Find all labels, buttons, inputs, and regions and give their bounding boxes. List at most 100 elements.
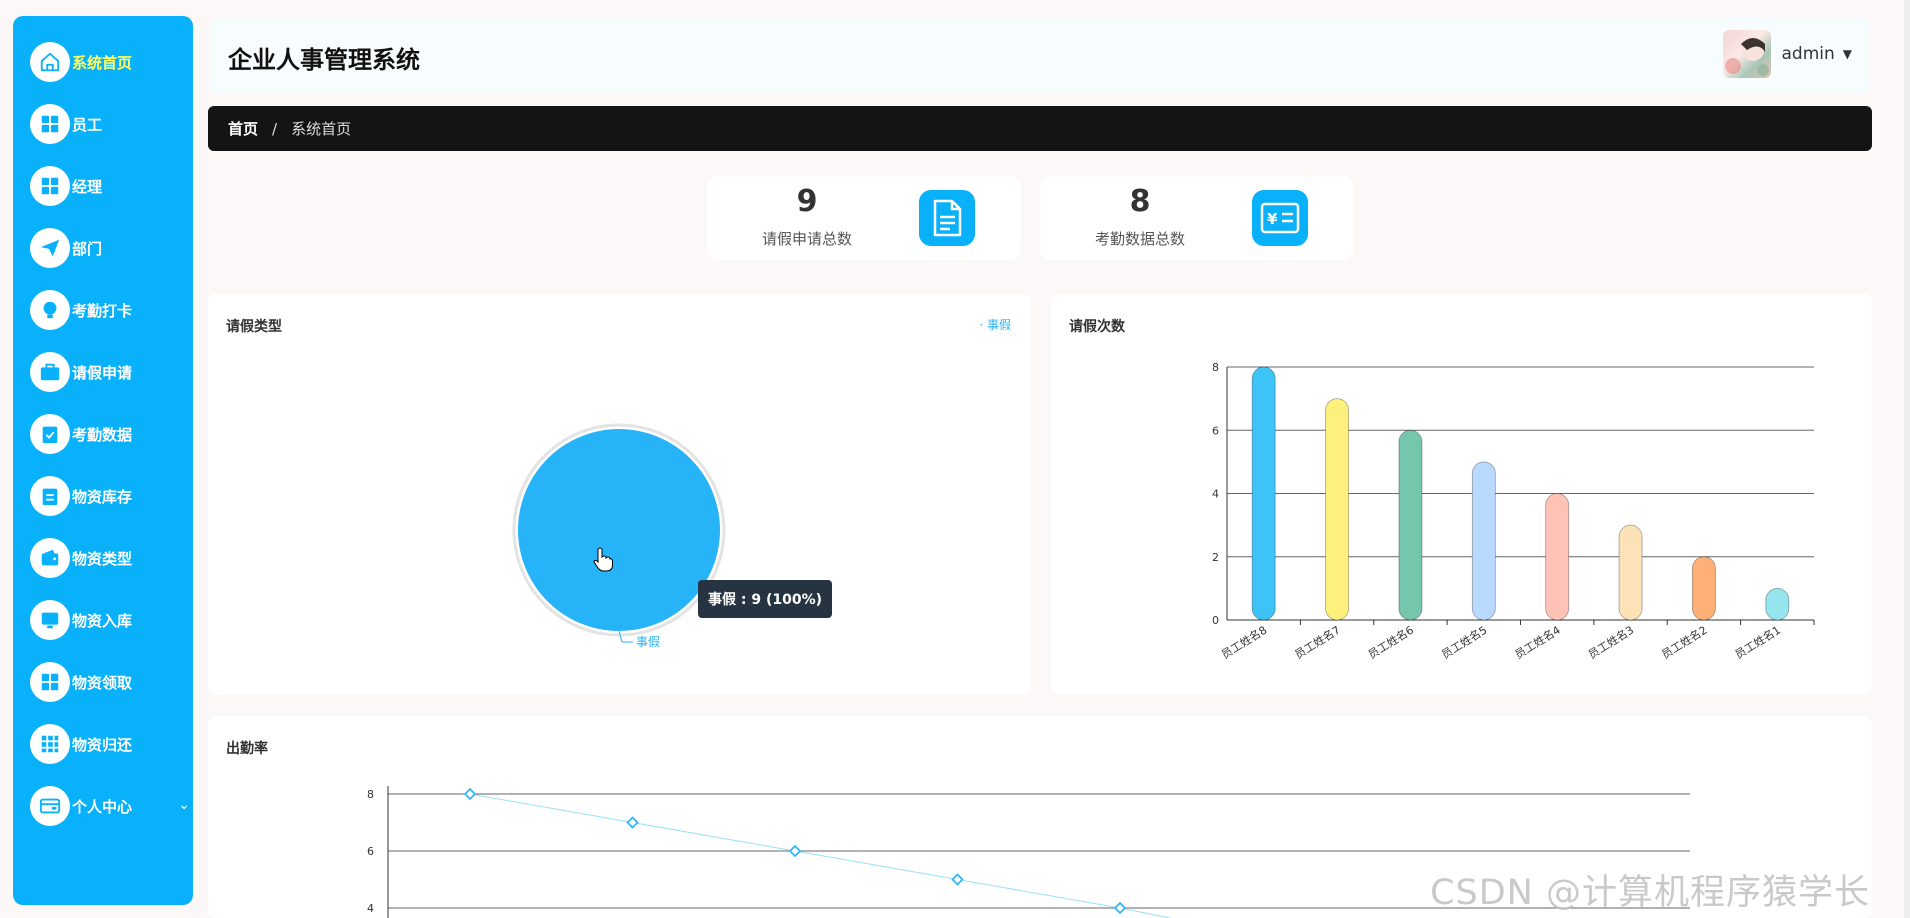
line-point [788, 844, 802, 858]
bar [1765, 587, 1790, 621]
bar-y-tick-label: 4 [1212, 488, 1219, 501]
sidebar-item-label: 物资库存 [72, 487, 133, 506]
sidebar-item-label: 物资入库 [72, 611, 133, 630]
page-scrollbar[interactable] [1904, 0, 1910, 918]
bar-x-tick-label: 员工姓名4 [1512, 623, 1563, 662]
line-point [1113, 901, 1127, 915]
pie-chart: 事假 [512, 423, 726, 649]
bar-chart: 0 2 4 6 8 员工姓名8 员工姓名7 员工姓名6 员工姓名5 员工姓名4 员工姓名3 员工姓名2… [1212, 361, 1815, 662]
bar [1398, 429, 1423, 621]
sidebar-item[interactable]: 经理 [30, 165, 190, 207]
user-name: admin [1781, 44, 1835, 64]
bar-y-tick-label: 0 [1212, 614, 1219, 627]
lightbulb-icon [30, 290, 70, 330]
monitor-icon [30, 600, 70, 640]
stat-label: 请假申请总数 [761, 230, 852, 248]
user-menu[interactable]: admin ▼ [1723, 30, 1852, 78]
sidebar-item-label: 考勤打卡 [72, 301, 133, 320]
sidebar-item[interactable]: 请假申请 [30, 351, 190, 393]
sidebar-item[interactable]: 考勤数据 [30, 413, 190, 455]
bar-y-tick-label: 6 [1212, 424, 1219, 437]
bar-x-tick-label: 员工姓名2 [1659, 623, 1710, 662]
sidebar-item[interactable]: 物资类型 [30, 537, 190, 579]
apps-icon [30, 724, 70, 764]
line-point [626, 816, 639, 829]
sidebar-item-label: 经理 [72, 177, 103, 196]
bar-x-tick-label: 员工姓名1 [1732, 623, 1783, 662]
line-point [463, 787, 477, 801]
sidebar-item[interactable]: 部门 [30, 227, 190, 269]
leave-count-panel: 请假次数 0 2 4 6 8 员工姓名8 员工姓名7 员工姓名6 员工姓名5 员工姓名4 员工姓名3… [1051, 294, 1872, 695]
breadcrumb-current: 系统首页 [291, 120, 352, 138]
sidebar-item[interactable]: 系统首页 [30, 41, 190, 83]
app-title: 企业人事管理系统 [228, 47, 420, 74]
bar-x-tick-label: 员工姓名6 [1365, 623, 1416, 662]
svg-text:¥: ¥ [1267, 210, 1278, 228]
line-y-tick-label: 6 [367, 845, 374, 858]
caret-down-icon: ▼ [1842, 47, 1852, 61]
grid-icon [30, 166, 70, 206]
watermark: CSDN @计算机程序猿学长 [1430, 873, 1870, 913]
stat-value: 8 [1129, 184, 1151, 219]
stat-card-attendance-records: 8 考勤数据总数 ¥ [1040, 176, 1354, 260]
bar-y-tick-label: 2 [1212, 551, 1219, 564]
stat-value: 9 [796, 184, 818, 219]
bar [1618, 524, 1643, 621]
sidebar-item-label: 物资领取 [72, 673, 133, 692]
sidebar-item-label: 物资归还 [72, 735, 133, 754]
chevron-down-icon: ⌄ [178, 797, 190, 813]
bar-x-tick-label: 员工姓名8 [1219, 623, 1270, 662]
grid-icon [30, 104, 70, 144]
sidebar-item-label: 考勤数据 [72, 425, 133, 444]
bar [1545, 493, 1570, 621]
pie-label-line [618, 630, 633, 643]
line-series [469, 793, 1173, 918]
briefcase-icon [30, 352, 70, 392]
bar [1471, 461, 1496, 621]
sidebar-item[interactable]: 物资领取 [30, 661, 190, 703]
sidebar-item-label: 员工 [72, 115, 103, 134]
bar-x-tick-label: 员工姓名7 [1292, 623, 1343, 662]
bar [1251, 366, 1276, 621]
yen-card-icon: ¥ [1252, 190, 1308, 246]
breadcrumb: 首页 / 系统首页 [208, 106, 1872, 151]
card-icon [30, 786, 70, 826]
line-point [951, 873, 964, 886]
breadcrumb-home[interactable]: 首页 [228, 118, 258, 139]
clipboard-check-icon [30, 414, 70, 454]
stat-label: 考勤数据总数 [1094, 230, 1185, 248]
sidebar-item-label: 部门 [72, 239, 103, 258]
grid-icon [30, 662, 70, 702]
sidebar: 系统首页员工经理部门考勤打卡请假申请考勤数据物资库存物资类型物资入库物资领取物资… [13, 16, 193, 905]
clipboard-icon [30, 476, 70, 516]
bar-x-tick-label: 员工姓名5 [1439, 623, 1490, 662]
bar-y-tick-label: 8 [1212, 361, 1219, 374]
wallet-icon [30, 538, 70, 578]
document-icon [919, 190, 975, 246]
bar-x-tick-label: 员工姓名3 [1585, 623, 1636, 662]
stat-card-leave-requests: 9 请假申请总数 [707, 176, 1021, 260]
sidebar-item[interactable]: 个人中心 ⌄ [30, 785, 190, 827]
top-header: 企业人事管理系统 admin ▼ [210, 18, 1870, 94]
avatar [1723, 30, 1772, 78]
sidebar-item[interactable]: 物资库存 [30, 475, 190, 517]
bar [1692, 556, 1716, 621]
sidebar-item-label: 个人中心 [72, 797, 133, 816]
paper-plane-icon [30, 228, 70, 268]
line-y-tick-label: 4 [367, 902, 374, 915]
sidebar-item-label: 请假申请 [72, 363, 133, 382]
sidebar-item[interactable]: 员工 [30, 103, 190, 145]
pie-slice-label: 事假 [636, 635, 660, 649]
sidebar-item[interactable]: 考勤打卡 [30, 289, 190, 331]
sidebar-item-label: 系统首页 [72, 53, 133, 72]
sidebar-item[interactable]: 物资入库 [30, 599, 190, 641]
home-icon [30, 42, 70, 82]
leave-type-panel: 请假类型 · 事假 事假 事假 : 9 (100%) [208, 294, 1031, 695]
pie-slice [518, 429, 720, 631]
breadcrumb-separator: / [272, 119, 278, 138]
sidebar-item-label: 物资类型 [72, 549, 133, 568]
bar [1325, 398, 1349, 621]
pie-tooltip: 事假 : 9 (100%) [698, 580, 833, 618]
sidebar-item[interactable]: 物资归还 [30, 723, 190, 765]
line-y-tick-label: 8 [367, 788, 374, 801]
